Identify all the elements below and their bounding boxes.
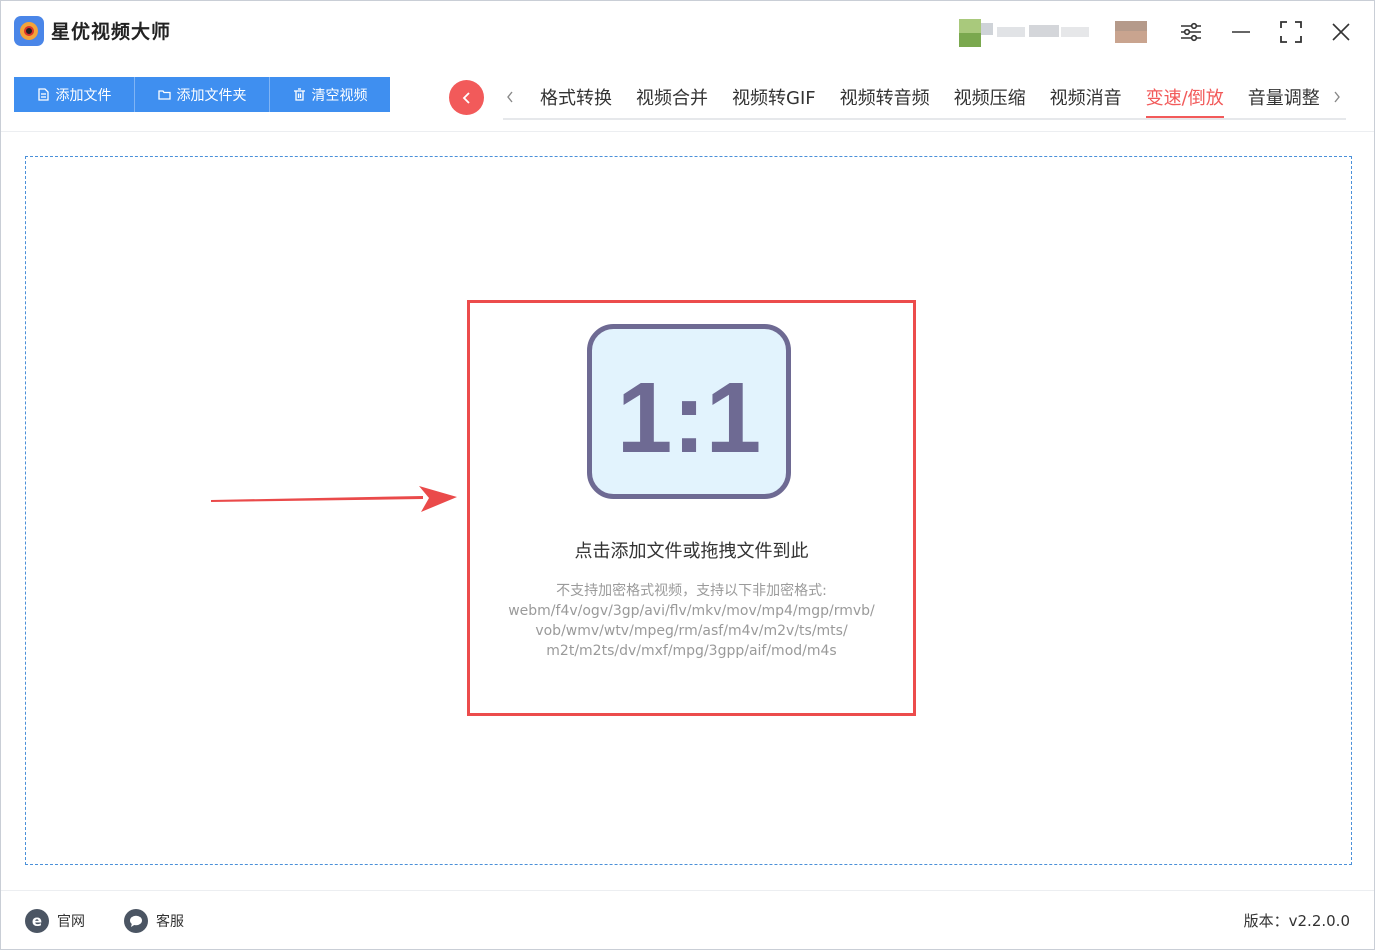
browser-e-icon: e [25,909,49,933]
pointer-arrow-annotation [211,486,457,512]
tab-format-convert[interactable]: 格式转换 [528,81,624,119]
tabs-scroll-right-icon[interactable] [1329,85,1345,109]
formats-line: 不支持加密格式视频，支持以下非加密格式: [556,583,827,599]
version-text: 版本：v2.2.0.0 [1243,912,1350,930]
add-folder-button[interactable]: 添加文件夹 [135,77,270,112]
clear-videos-button[interactable]: 清空视频 [270,77,390,112]
formats-line: m2t/m2ts/dv/mxf/mpg/3gpp/aif/mod/m4s [546,643,837,659]
tab-volume-adjust[interactable]: 音量调整 [1236,81,1332,119]
formats-line: webm/f4v/ogv/3gp/avi/flv/mkv/mov/mp4/mgp… [508,603,875,619]
header-divider [1,131,1374,132]
aspect-ratio-1-1-icon: 1:1 [587,324,791,499]
clear-videos-label: 清空视频 [311,87,368,104]
app-logo-icon [14,16,44,46]
ratio-text: 1:1 [617,362,762,474]
tab-video-to-audio[interactable]: 视频转音频 [828,81,942,119]
add-file-label: 添加文件 [55,87,112,104]
trash-icon [293,88,305,101]
chevron-left-icon [462,91,470,104]
close-icon[interactable] [1326,17,1356,47]
formats-line: vob/wmv/wtv/mpeg/rm/asf/m4v/m2v/ts/mts/ [535,623,848,639]
tabs-divider [503,118,1346,120]
website-link[interactable]: e 官网 [25,908,85,934]
app-window: 星优视频大师 添加文件 添加文件夹 清空视频 格式转换 视频合并 视频转GIF … [0,0,1375,950]
toolbar: 添加文件 添加文件夹 清空视频 [14,77,390,112]
tab-video-merge[interactable]: 视频合并 [624,81,720,119]
tab-video-compress[interactable]: 视频压缩 [942,81,1038,119]
folder-icon [157,90,171,100]
back-button[interactable] [449,80,484,115]
supported-formats: 不支持加密格式视频，支持以下非加密格式: webm/f4v/ogv/3gp/av… [467,581,916,661]
feature-tabs: 格式转换 视频合并 视频转GIF 视频转音频 视频压缩 视频消音 变速/倒放 音… [528,81,1332,119]
settings-sliders-icon[interactable] [1176,17,1206,47]
title-bar: 星优视频大师 [1,1,1374,63]
user-avatar-blurred[interactable] [949,19,1149,47]
app-title: 星优视频大师 [51,21,172,43]
chat-bubble-icon [124,909,148,933]
minimize-icon[interactable] [1226,17,1256,47]
add-folder-label: 添加文件夹 [176,87,247,104]
footer-divider [1,890,1374,891]
website-label: 官网 [57,914,85,930]
tab-speed-reverse[interactable]: 变速/倒放 [1134,81,1236,119]
tab-video-to-gif[interactable]: 视频转GIF [720,81,828,119]
support-label: 客服 [156,914,184,930]
file-icon [37,88,49,101]
add-file-button[interactable]: 添加文件 [14,77,135,112]
customer-service-link[interactable]: 客服 [124,908,184,934]
drop-instruction: 点击添加文件或拖拽文件到此 [574,541,809,562]
tabs-scroll-left-icon[interactable] [502,85,518,109]
fullscreen-icon[interactable] [1276,17,1306,47]
tab-video-mute[interactable]: 视频消音 [1038,81,1134,119]
